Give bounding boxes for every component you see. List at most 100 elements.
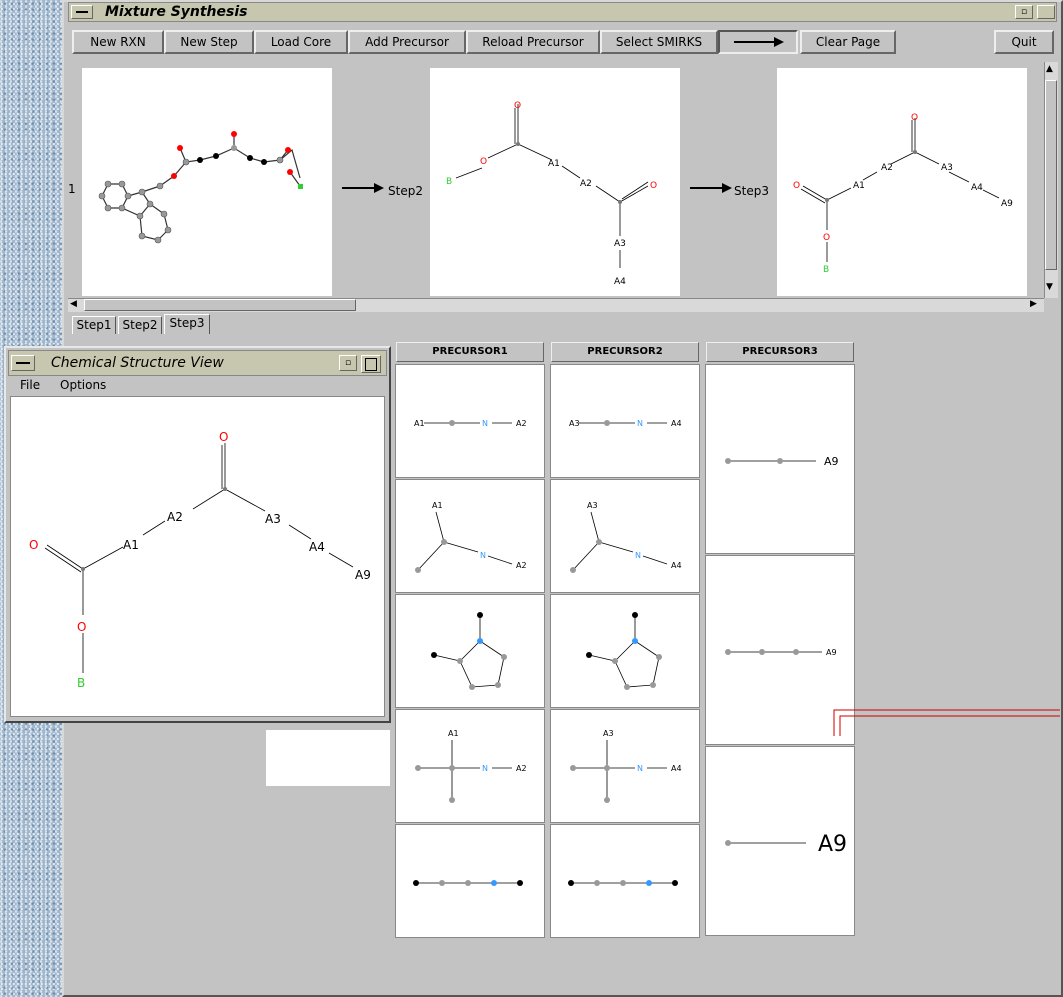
- tab-step1[interactable]: Step1: [72, 316, 116, 334]
- atom-label-a3: A3: [603, 729, 614, 738]
- vertical-scroll-thumb[interactable]: [1045, 80, 1057, 270]
- add-arrow-button[interactable]: [718, 30, 798, 54]
- precursor1-item[interactable]: A1 N A2: [395, 364, 545, 478]
- boron-atom-label: B: [823, 265, 829, 275]
- precursor1-item[interactable]: [395, 594, 545, 708]
- new-rxn-button[interactable]: New RXN: [72, 30, 164, 54]
- atom-label-a3: A3: [614, 239, 626, 249]
- right-arrow-icon: [734, 37, 784, 47]
- new-step-button[interactable]: New Step: [164, 30, 254, 54]
- oxygen-atom-label: O: [480, 157, 487, 167]
- precursor3-item[interactable]: A9: [705, 746, 855, 936]
- precursor2-item[interactable]: A3 N A4: [550, 709, 700, 823]
- atom-label-a2: A2: [516, 764, 527, 773]
- precursor2-header[interactable]: PRECURSOR2: [551, 342, 699, 362]
- structure-drawing: [413, 880, 523, 886]
- quit-button[interactable]: Quit: [994, 30, 1054, 54]
- reactant-structure-panel[interactable]: [82, 68, 332, 296]
- oxygen-atom-label: O: [793, 181, 800, 191]
- nitrogen-atom-label: N: [637, 419, 643, 428]
- atom-label-a9: A9: [826, 648, 837, 657]
- tab-step2[interactable]: Step2: [118, 316, 162, 334]
- partial-label: 1: [68, 182, 76, 196]
- scroll-left-icon[interactable]: ◀: [70, 299, 77, 309]
- atom-label-a2: A2: [516, 419, 527, 428]
- structure-drawing: O A2 A3 A1 A4 O A9 O B: [29, 430, 371, 690]
- boron-atom-label: B: [446, 177, 452, 187]
- window-menu-icon[interactable]: [11, 355, 35, 371]
- horizontal-scroll-thumb[interactable]: [84, 299, 356, 311]
- oxygen-atom-label: O: [77, 620, 86, 634]
- precursor1-header[interactable]: PRECURSOR1: [396, 342, 544, 362]
- chemical-structure-view-window: Chemical Structure View ▫ File Options O…: [4, 346, 391, 723]
- atom-label-a9: A9: [824, 455, 839, 468]
- window-title: Mixture Synthesis: [105, 4, 248, 20]
- window-titlebar[interactable]: Mixture Synthesis ▫: [68, 2, 1057, 22]
- atom-label-a1: A1: [123, 538, 139, 552]
- step2-arrow-label: Step2: [388, 184, 423, 198]
- tab-step3[interactable]: Step3: [164, 314, 210, 334]
- step3-structure-panel[interactable]: O A2 A1 O O B A3 A4 A9: [777, 68, 1027, 296]
- vertical-scrollbar[interactable]: ▲ ▼: [1044, 62, 1058, 298]
- maximize-icon[interactable]: [1037, 5, 1055, 19]
- precursor2-item[interactable]: A3 N A4: [550, 479, 700, 593]
- load-core-button[interactable]: Load Core: [254, 30, 348, 54]
- chem-view-menubar: File Options: [8, 376, 387, 396]
- add-precursor-button[interactable]: Add Precursor: [348, 30, 466, 54]
- menu-options[interactable]: Options: [60, 378, 106, 392]
- oxygen-atom-label: O: [219, 430, 228, 444]
- step2-structure-drawing: O O B A1 A2 O A3 A4: [446, 101, 657, 287]
- blank-panel: [266, 730, 390, 786]
- atom-label-a3: A3: [587, 501, 598, 510]
- atom-label-a1: A1: [853, 181, 865, 191]
- select-smirks-button[interactable]: Select SMIRKS: [600, 30, 718, 54]
- scroll-down-icon[interactable]: ▼: [1046, 282, 1053, 292]
- clear-page-button[interactable]: Clear Page: [800, 30, 896, 54]
- atom-label-a1: A1: [432, 501, 443, 510]
- scroll-up-icon[interactable]: ▲: [1046, 64, 1053, 74]
- oxygen-atom-label: O: [650, 181, 657, 191]
- horizontal-scrollbar[interactable]: ◀ ▶: [68, 298, 1044, 312]
- atom-label-a9: A9: [355, 568, 371, 582]
- reload-precursor-button[interactable]: Reload Precursor: [466, 30, 600, 54]
- structure-canvas[interactable]: O A2 A3 A1 A4 O A9 O B: [10, 396, 385, 717]
- precursor3-item[interactable]: A9: [705, 364, 855, 554]
- oxygen-atom-label: O: [911, 113, 918, 123]
- nitrogen-atom-label: N: [482, 419, 488, 428]
- precursor3-header[interactable]: PRECURSOR3: [706, 342, 854, 362]
- minimize-icon[interactable]: ▫: [339, 355, 357, 371]
- atom-label-a4: A4: [309, 540, 325, 554]
- structure-drawing: A1 N A2: [414, 419, 527, 428]
- nitrogen-atom-label: N: [482, 764, 488, 773]
- step3-arrow-label: Step3: [734, 184, 769, 198]
- atom-label-a9: A9: [818, 832, 847, 857]
- step2-structure-panel[interactable]: O O B A1 A2 O A3 A4: [430, 68, 680, 296]
- scroll-right-icon[interactable]: ▶: [1030, 299, 1037, 309]
- precursor1-item[interactable]: A1 N A2: [395, 479, 545, 593]
- structure-drawing: A1 N A2: [415, 729, 527, 803]
- minimize-icon[interactable]: ▫: [1015, 5, 1033, 19]
- atom-label-a4: A4: [971, 183, 983, 193]
- precursor2-item[interactable]: [550, 824, 700, 938]
- atom-label-a4: A4: [671, 764, 682, 773]
- step3-structure-drawing: O A2 A1 O O B A3 A4 A9: [793, 113, 1013, 275]
- precursor1-item[interactable]: A1 N A2: [395, 709, 545, 823]
- precursor2-item[interactable]: A3 N A4: [550, 364, 700, 478]
- nitrogen-atom-label: N: [480, 551, 486, 560]
- structure-drawing: A3 N A4: [570, 729, 682, 803]
- atom-label-a9: A9: [1001, 199, 1013, 209]
- atom-label-a3: A3: [941, 163, 953, 173]
- atom-label-a2: A2: [516, 561, 527, 570]
- structure-drawing: [431, 612, 507, 690]
- precursor1-item[interactable]: [395, 824, 545, 938]
- nitrogen-atom-label: N: [637, 764, 643, 773]
- window-menu-icon[interactable]: [71, 5, 93, 19]
- precursor2-item[interactable]: [550, 594, 700, 708]
- structure-drawing: A3 N A4: [569, 419, 682, 428]
- atom-label-a1: A1: [548, 159, 560, 169]
- atom-label-a1: A1: [414, 419, 425, 428]
- menu-file[interactable]: File: [20, 378, 40, 392]
- chem-view-titlebar[interactable]: Chemical Structure View ▫: [8, 350, 387, 376]
- maximize-icon[interactable]: [361, 355, 381, 373]
- atom-label-a4: A4: [671, 561, 682, 570]
